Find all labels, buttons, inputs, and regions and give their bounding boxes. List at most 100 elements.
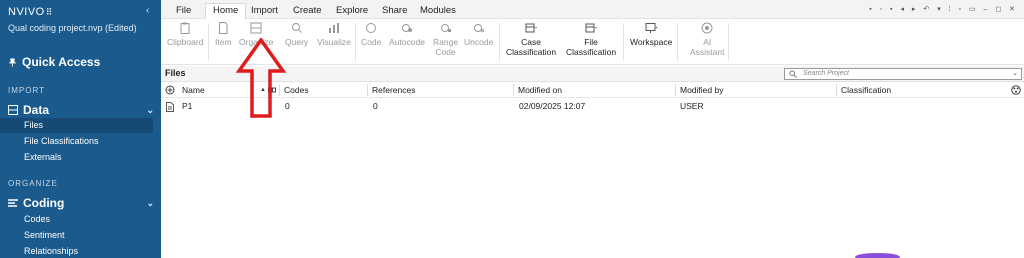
ribbon-toolbar: Clipboard Item Organize Query Visualize … [161,19,1024,65]
project-title: Qual coding project.nvp (Edited) [8,23,137,33]
query-button[interactable]: Query [285,22,308,47]
range-code-button[interactable]: Range Code [433,22,458,57]
tab-share[interactable]: Share [375,4,414,19]
tab-import[interactable]: Import [244,4,285,19]
app-logo: NVIVO⠿ [8,6,53,18]
autocode-label: Autocode [389,37,425,47]
file-classification-label: File Classification [566,37,617,57]
column-header-codes[interactable]: Codes [284,85,309,95]
uncode-label: Uncode [464,37,494,47]
column-divider[interactable] [513,84,514,96]
column-divider[interactable] [836,84,837,96]
modified-on-cell: 02/09/2025 12:07 [519,101,586,111]
section-organize: ORGANIZE [8,179,58,188]
ai-assistant-label: AI Assistant [690,37,725,57]
file-classification-button[interactable]: File Classification [566,22,616,57]
files-header: Files Search Project ⌄ [161,66,1024,82]
decorative-purple-shape [855,253,900,258]
tab-home[interactable]: Home [205,3,247,20]
item-label: Item [215,37,232,47]
ribbon-divider [623,23,624,61]
references-cell: 0 [373,101,378,111]
sidebar-item-codes[interactable]: Codes [0,212,153,227]
column-header-modified-on[interactable]: Modified on [518,85,562,95]
column-header-modified-by[interactable]: Modified by [680,85,723,95]
chevron-down-icon[interactable]: ⌄ [1012,69,1018,79]
ribbon-divider [208,23,209,61]
files-table-header: Name ▲ Codes References Modified on Modi… [161,82,1024,98]
column-header-classification[interactable]: Classification [841,85,891,95]
chevron-down-icon[interactable]: ⌄ [146,198,154,209]
ribbon-divider [499,23,500,61]
nav-group-coding[interactable]: Coding ⌄ [8,196,154,210]
nav-group-coding-label: Coding [23,196,65,210]
navigation-sidebar: NVIVO⠿ ‹ Qual coding project.nvp (Edited… [0,0,161,258]
data-icon [8,105,18,115]
column-header-references[interactable]: References [372,85,415,95]
autocode-icon [401,24,412,32]
window-controls[interactable]: ▪ ◦ ▪ ◂ ▸ ↶ ▾ ⁞ ▫ ▭ – ◻ ✕ [869,5,1018,13]
sidebar-item-files[interactable]: Files [0,118,153,133]
palette-icon[interactable] [1011,85,1021,95]
range-code-label: Range Code [433,37,459,57]
autocode-button[interactable]: Autocode [389,22,425,47]
nav-group-data[interactable]: Data ⌄ [8,103,154,117]
chevron-down-icon[interactable]: ⌄ [146,105,154,116]
column-divider[interactable] [367,84,368,96]
ai-assistant-button[interactable]: AI Assistant [690,22,725,57]
workspace-label: Workspace [630,37,673,47]
tab-explore[interactable]: Explore [329,4,375,19]
clipboard-button[interactable]: Clipboard [167,22,203,47]
ai-assistant-icon [701,22,713,34]
visualize-icon [328,23,339,33]
tab-modules[interactable]: Modules [413,4,463,19]
table-row[interactable]: P1 0 0 02/09/2025 12:07 USER [161,99,1024,114]
case-classification-label: Case Classification [506,37,557,57]
sidebar-item-externals[interactable]: Externals [0,150,153,165]
visualize-button[interactable]: Visualize [317,22,351,47]
add-column-icon[interactable] [165,85,175,95]
column-header-name[interactable]: Name [182,85,205,95]
query-icon [291,23,302,33]
modified-by-cell: USER [680,101,704,111]
range-code-icon [440,24,451,32]
query-label: Query [285,37,309,47]
item-button[interactable]: Item [215,22,232,47]
sidebar-item-sentiment[interactable]: Sentiment [0,228,153,243]
nav-group-data-label: Data [23,103,50,117]
code-button[interactable]: Code [361,22,381,47]
case-classification-button[interactable]: Case Classification [506,22,556,57]
ribbon-divider [677,23,678,61]
sidebar-item-relationships[interactable]: Relationships [0,244,153,258]
quick-access-label: Quick Access [22,55,101,69]
case-classification-icon [525,23,538,33]
tab-create[interactable]: Create [286,4,329,19]
workspace-icon [645,23,658,33]
ribbon-divider [728,23,729,61]
coding-icon [8,199,18,207]
organize-icon [250,22,262,34]
clipboard-label: Clipboard [167,37,204,47]
section-import: IMPORT [8,86,45,95]
file-classification-icon [585,23,598,33]
workspace-button[interactable]: Workspace [630,22,672,47]
uncode-icon [473,24,485,33]
files-title: Files [165,68,186,78]
column-divider[interactable] [675,84,676,96]
code-icon [366,23,377,33]
collapse-sidebar-icon[interactable]: ‹ [146,5,149,16]
clipboard-icon [180,22,190,34]
annotation-arrow [236,38,286,118]
file-name-cell[interactable]: P1 [182,101,192,111]
sidebar-item-file-classifications[interactable]: File Classifications [0,134,153,149]
ribbon-divider [355,23,356,61]
code-label: Code [361,37,382,47]
search-icon [789,70,797,78]
tab-file[interactable]: File [169,4,198,19]
quick-access[interactable]: Quick Access [8,55,100,69]
uncode-button[interactable]: Uncode [464,22,493,47]
search-project-input[interactable]: Search Project ⌄ [784,68,1022,80]
search-placeholder: Search Project [803,70,849,77]
item-icon [219,22,228,34]
visualize-label: Visualize [317,37,351,47]
